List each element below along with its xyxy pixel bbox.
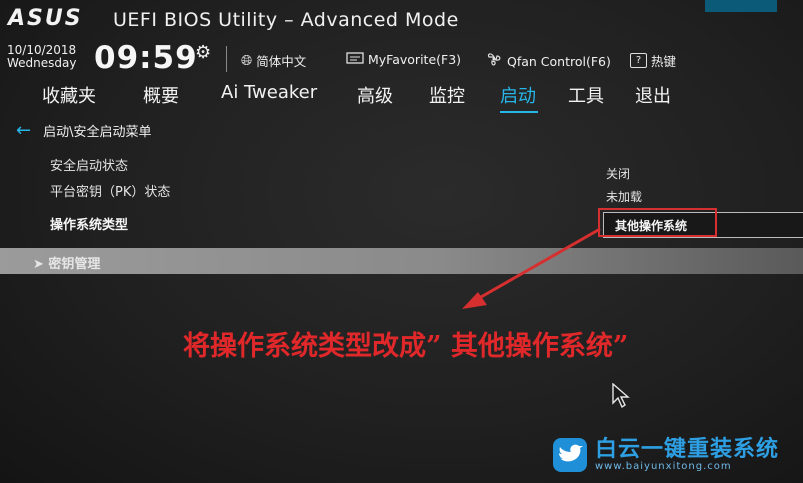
mouse-cursor-icon <box>612 383 630 409</box>
annotation-arrow-icon <box>462 227 601 309</box>
watermark-text: 白云一键重装系统 www.baiyunxitong.com <box>595 436 780 472</box>
watermark-url: www.baiyunxitong.com <box>595 460 732 472</box>
bird-logo-icon <box>553 438 587 472</box>
watermark-title: 白云一键重装系统 <box>595 436 780 462</box>
bios-screen: ASUS UEFI BIOS Utility – Advanced Mode 1… <box>0 0 803 483</box>
annotation-text: 将操作系统类型改成” 其他操作系统” <box>183 331 629 362</box>
watermark: 白云一键重装系统 www.baiyunxitong.com <box>553 438 779 472</box>
